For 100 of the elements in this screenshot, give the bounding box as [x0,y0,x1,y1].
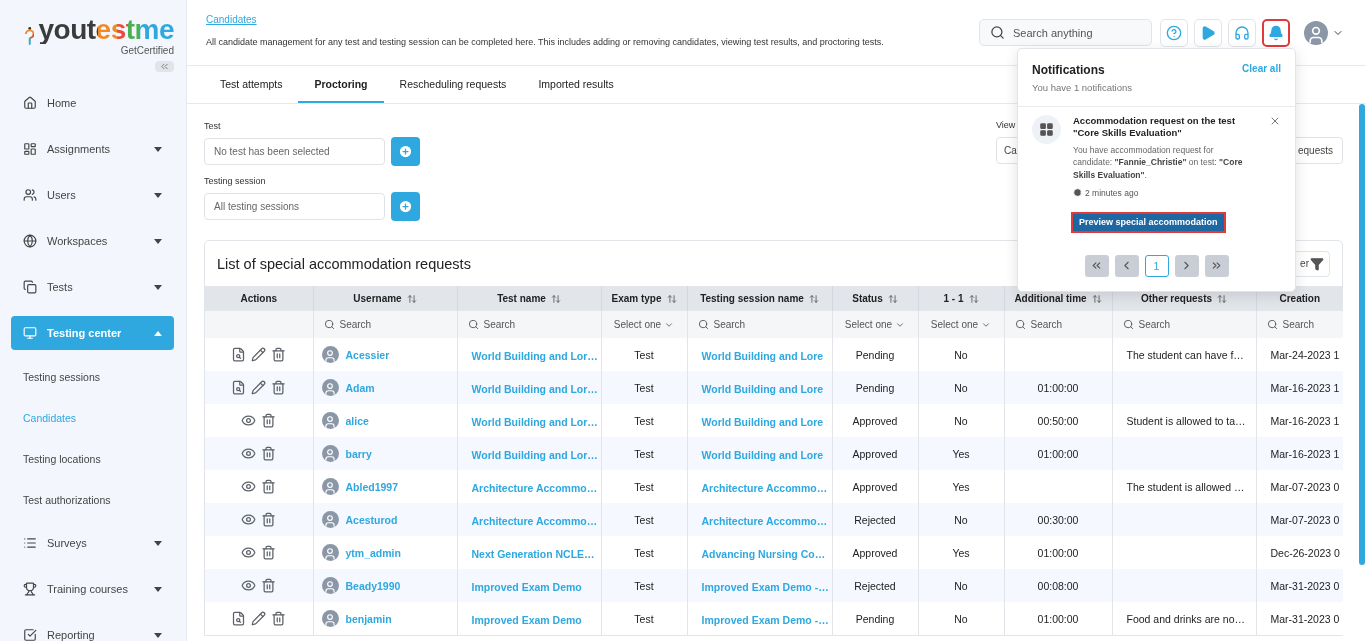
column-select[interactable]: Select one [844,319,906,330]
breadcrumb-link[interactable]: Candidates [206,14,257,25]
username-link[interactable]: Adam [345,381,375,394]
column-header[interactable]: Test name [497,293,561,304]
nav-item[interactable]: Training courses [11,572,174,606]
username-link[interactable]: alice [345,414,369,427]
add-button[interactable] [391,192,420,221]
last-page-button[interactable] [1204,254,1229,277]
username-link[interactable]: Abled1997 [345,480,399,493]
delete-button[interactable] [261,545,277,560]
select-field[interactable]: No test has been selected [204,138,385,165]
column-select[interactable]: Select one [613,319,675,330]
session-link[interactable]: Architecture Accommo… [701,481,828,494]
column-header[interactable]: 1 - 1 [943,293,979,304]
session-link[interactable]: World Building and Lore [701,349,824,362]
first-page-button[interactable] [1084,254,1109,277]
test-link[interactable]: Improved Exam Demo [471,613,582,626]
username-link[interactable]: Acessier [345,348,390,361]
username-link[interactable]: Beady1990 [345,579,401,592]
next-page-button[interactable] [1174,254,1199,277]
column-search-field[interactable]: Search [323,319,447,330]
test-link[interactable]: World Building and Lor… [471,448,598,461]
column-search-field[interactable]: Search [697,319,822,330]
edit-button[interactable] [251,611,267,626]
view-button[interactable] [241,446,257,461]
delete-button[interactable] [261,413,277,428]
nav-item[interactable]: Tests [11,270,174,304]
view-button[interactable] [241,413,257,428]
tab[interactable]: Proctoring [298,66,384,103]
delete-button[interactable] [261,479,277,494]
test-link[interactable]: Improved Exam Demo [471,580,582,593]
column-header[interactable]: Username [353,293,417,304]
delete-button[interactable] [261,512,277,527]
grid-icon [1032,115,1061,144]
table-cell: Food and drinks are no… [1112,602,1256,635]
nav-item[interactable]: Reporting [11,618,174,641]
nav-item[interactable]: Workspaces [11,224,174,258]
close-button[interactable] [1269,115,1281,127]
test-link[interactable]: Architecture Accommo… [471,481,598,494]
search-field[interactable]: Search anything [979,19,1152,46]
session-link[interactable]: Architecture Accommo… [701,514,828,527]
edit-button[interactable] [251,380,267,395]
review-button[interactable] [231,611,247,626]
view-button[interactable] [241,578,257,593]
session-link[interactable]: World Building and Lore [701,448,824,461]
nav-item[interactable]: Surveys [11,526,174,560]
delete-button[interactable] [271,347,287,362]
nav-item[interactable]: Assignments [11,132,174,166]
tab[interactable]: Test attempts [204,66,299,103]
help-button[interactable] [1160,18,1188,47]
preview-button[interactable]: Preview special accommodation [1071,211,1226,233]
previous-page-button[interactable] [1114,254,1139,277]
select-field[interactable]: All testing sessions [204,193,385,220]
nav-subitem[interactable]: Testing locations [11,438,174,479]
bell-button[interactable] [1262,18,1290,47]
session-link[interactable]: Improved Exam Demo -… [701,580,829,593]
column-search-field[interactable]: Search [1122,319,1246,330]
view-button[interactable] [241,512,257,527]
username-link[interactable]: Acesturod [345,513,398,526]
column-search-field[interactable]: Search [1266,319,1333,330]
play-button[interactable] [1194,18,1222,47]
nav-subitem[interactable]: Test authorizations [11,479,174,520]
nav-item[interactable]: Users [11,178,174,212]
clear-all-link[interactable]: Clear all [1242,63,1281,74]
username-link[interactable]: barry [345,447,372,460]
view-button[interactable] [241,545,257,560]
column-search-field[interactable]: Search [1014,319,1102,330]
session-link[interactable]: Advancing Nursing Co… [701,547,826,560]
nav-item[interactable]: Home [11,86,174,120]
tab[interactable]: Rescheduling requests [383,66,523,103]
nav-item[interactable]: Testing center [11,316,174,350]
delete-button[interactable] [261,446,277,461]
column-search-field[interactable]: Search [467,319,591,330]
headset-button[interactable] [1228,18,1256,47]
delete-button[interactable] [261,578,277,593]
username-link[interactable]: benjamin [345,612,392,625]
scrollbar-thumb[interactable] [1359,104,1365,565]
view-button[interactable] [241,479,257,494]
test-link[interactable]: World Building and Lor… [471,382,598,395]
test-link[interactable]: Next Generation NCLE… [471,547,595,560]
nav-subitem[interactable]: Candidates [11,397,174,438]
test-link[interactable]: Architecture Accommo… [471,514,598,527]
test-link[interactable]: World Building and Lor… [471,349,598,362]
review-button[interactable] [231,347,247,362]
add-button[interactable] [391,137,420,166]
user-menu-button[interactable] [1304,20,1344,45]
tab[interactable]: Imported results [522,66,630,103]
session-link[interactable]: World Building and Lore [701,382,824,395]
review-button[interactable] [231,380,247,395]
column-select[interactable]: Select one [930,319,992,330]
session-link[interactable]: World Building and Lore [701,415,824,428]
session-link[interactable]: Improved Exam Demo -… [701,613,829,626]
delete-button[interactable] [271,611,287,626]
monitor-icon [23,326,37,340]
page-button[interactable]: 1 [1144,254,1169,277]
delete-button[interactable] [271,380,287,395]
edit-button[interactable] [251,347,267,362]
username-link[interactable]: ytm_admin [345,546,401,559]
nav-subitem[interactable]: Testing sessions [11,356,174,397]
test-link[interactable]: World Building and Lor… [471,415,598,428]
